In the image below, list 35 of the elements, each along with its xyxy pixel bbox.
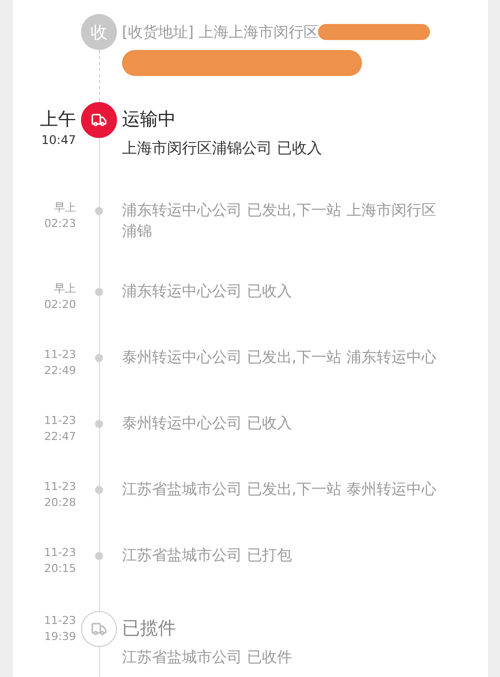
truck-icon (91, 621, 107, 637)
truck-icon (91, 112, 107, 128)
event-time: 02:20 (44, 297, 76, 313)
event-detail: 上海市闵行区浦锦公司 已收入 (122, 138, 323, 159)
event-date: 11-23 (44, 413, 76, 429)
event-time: 22:47 (44, 429, 76, 445)
event-time: 10:47 (41, 132, 76, 148)
event-date: 上午 (40, 108, 76, 132)
status-title: 运输中 (122, 108, 177, 132)
event-detail: 江苏省盐城市公司 已发出,下一站 泰州转运中心 (122, 479, 438, 500)
event-detail: 浦东转运中心公司 已收入 (122, 281, 293, 302)
timeline-dot (95, 420, 103, 428)
timeline-dot (95, 486, 103, 494)
event-time: 22:49 (44, 363, 76, 379)
event-detail: 泰州转运中心公司 已发出,下一站 浦东转运中心 (122, 347, 438, 368)
event-date: 早上 (54, 281, 76, 297)
status-title: 已揽件 (122, 617, 177, 641)
timeline-dot (95, 288, 103, 296)
event-date: 11-23 (44, 479, 76, 495)
event-detail: 泰州转运中心公司 已收入 (122, 413, 293, 434)
event-date: 11-23 (44, 347, 76, 363)
event-detail: 江苏省盐城市公司 已收件 (122, 647, 293, 668)
event-time: 02:23 (44, 216, 76, 232)
event-detail: 浦东转运中心公司 已发出,下一站 上海市闵行区浦锦 (122, 200, 438, 242)
event-time: 19:39 (44, 629, 76, 645)
event-date: 11-23 (44, 613, 76, 629)
event-date: 早上 (54, 200, 76, 216)
event-date: 11-23 (44, 545, 76, 561)
event-detail: 江苏省盐城市公司 已打包 (122, 545, 293, 566)
timeline-dot (95, 207, 103, 215)
delivery-address: [收货地址] 上海上海市闵行区 (122, 22, 318, 42)
event-time: 20:28 (44, 495, 76, 511)
timeline-dot (95, 354, 103, 362)
timeline-dot (95, 552, 103, 560)
event-time: 20:15 (44, 561, 76, 577)
